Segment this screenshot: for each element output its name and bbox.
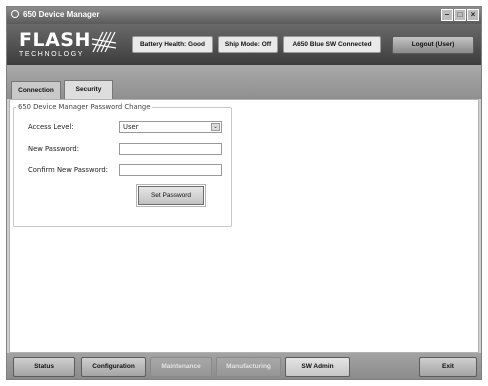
tab-security[interactable]: Security <box>64 80 113 99</box>
manufacturing-button[interactable]: Manufacturing <box>216 357 281 377</box>
password-change-group: 650 Device Manager Password Change Acces… <box>13 103 232 227</box>
connection-status: A650 Blue SW Connected <box>283 36 381 53</box>
access-level-label: Access Level: <box>28 123 74 131</box>
configuration-button[interactable]: Configuration <box>81 357 146 377</box>
confirm-password-label: Confirm New Password: <box>28 166 108 174</box>
new-password-field[interactable] <box>119 143 222 155</box>
chevron-down-icon[interactable]: ⌄ <box>211 123 220 131</box>
logout-button[interactable]: Logout (User) <box>392 36 474 54</box>
maximize-button[interactable]: □ <box>454 9 466 21</box>
security-panel: 650 Device Manager Password Change Acces… <box>9 99 479 353</box>
title-bar: 650 Device Manager – □ × <box>7 7 481 24</box>
status-button[interactable]: Status <box>13 357 75 377</box>
confirm-password-field[interactable] <box>119 164 222 176</box>
sw-admin-button[interactable]: SW Admin <box>285 357 350 377</box>
new-password-label: New Password: <box>28 145 80 153</box>
header-bar: FLASH TECHNOLOGY Battery Health: Good Sh… <box>7 24 481 65</box>
maintenance-button[interactable]: Maintenance <box>150 357 212 377</box>
tab-connection[interactable]: Connection <box>11 81 61 99</box>
group-legend: 650 Device Manager Password Change <box>16 103 153 111</box>
app-icon <box>11 10 19 18</box>
set-password-button[interactable]: Set Password <box>136 184 206 207</box>
logo-subtitle: TECHNOLOGY <box>19 51 85 58</box>
access-level-value: User <box>123 123 139 131</box>
bottom-nav-bar: Status Configuration Maintenance Manufac… <box>7 353 481 379</box>
logo-text: FLASH <box>19 29 91 51</box>
close-button[interactable]: × <box>467 9 479 21</box>
flash-logo-icon <box>91 31 117 53</box>
app-window: 650 Device Manager – □ × FLASH TECHNOLOG… <box>6 6 482 380</box>
exit-button[interactable]: Exit <box>419 357 477 377</box>
window-title: 650 Device Manager <box>23 10 100 19</box>
access-level-select[interactable]: User ⌄ <box>119 121 222 133</box>
ship-mode-status: Ship Mode: Off <box>218 36 278 53</box>
tab-strip: Connection Security <box>7 65 481 99</box>
battery-health-status: Battery Health: Good <box>132 36 213 53</box>
minimize-button[interactable]: – <box>441 9 453 21</box>
